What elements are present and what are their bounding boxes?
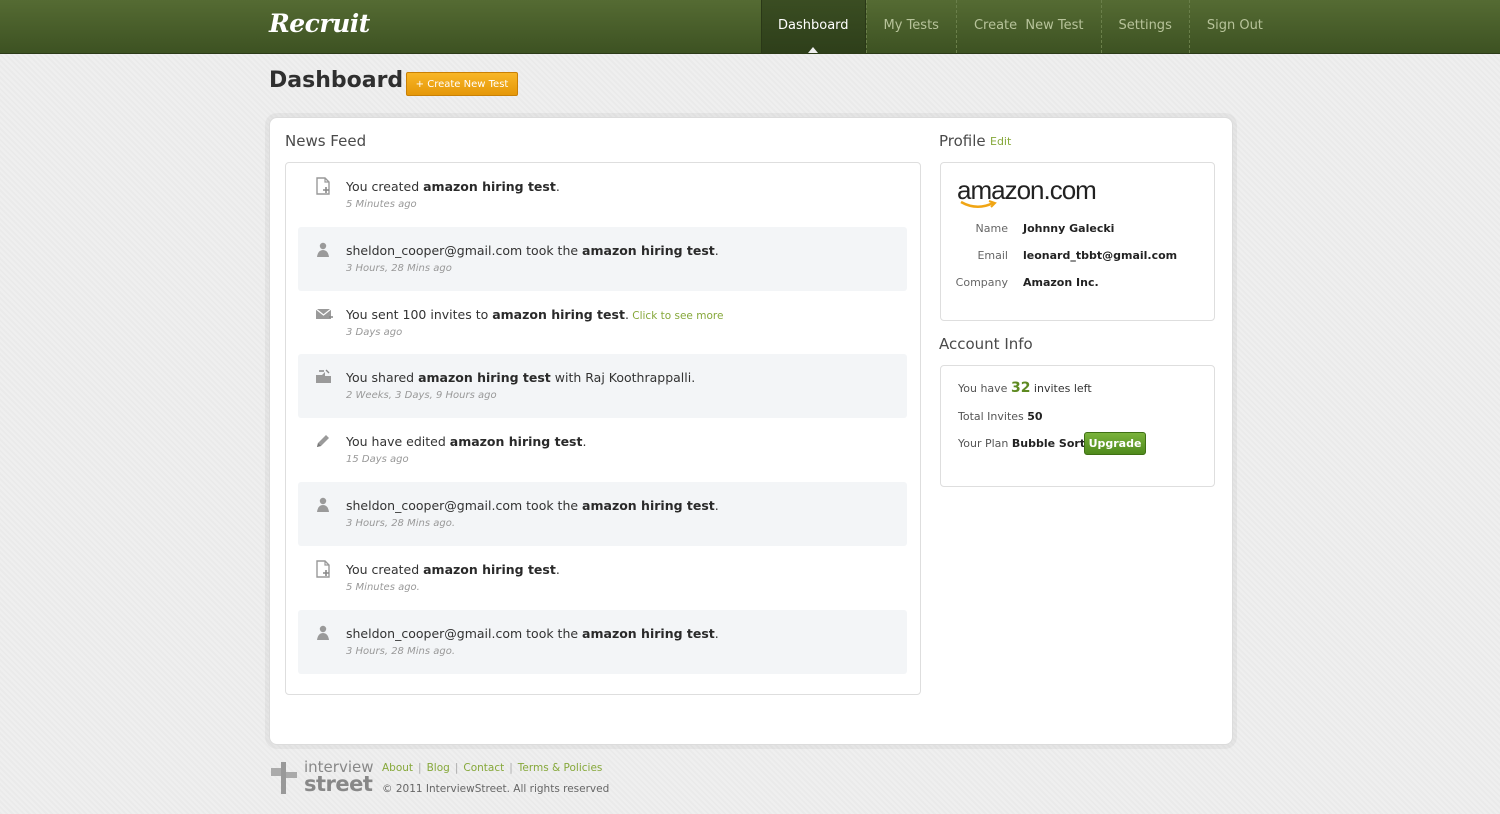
user-icon [314, 241, 332, 259]
main-nav: Dashboard My Tests Create New Test Setti… [761, 0, 1280, 53]
feed-item-timestamp: 3 Hours, 28 Mins ago. [346, 518, 456, 529]
feed-item-text-prefix: You sent 100 invites to [346, 306, 493, 322]
feed-item-text: You sent 100 invites to amazon hiring te… [346, 307, 723, 322]
feed-item-text-suffix: . [555, 179, 560, 194]
document-add-icon [314, 177, 332, 195]
feed-item-text-suffix: . [582, 434, 587, 450]
feed-item-text: You created amazon hiring test. [346, 179, 560, 194]
feed-item-test-name[interactable]: amazon hiring test [418, 370, 551, 385]
footer-separator: | [418, 762, 422, 774]
feed-item-text-prefix: You shared [346, 370, 419, 386]
feed-item: sheldon_cooper@gmail.com took the amazon… [298, 482, 907, 546]
feed-item-timestamp: 15 Days ago [346, 454, 409, 466]
document-add-icon [314, 560, 332, 578]
feed-item-timestamp: 3 Hours, 28 Mins ago. [346, 645, 456, 657]
feed-item: You have edited amazon hiring test. 15 Da… [298, 418, 907, 482]
feed-item-test-name[interactable]: amazon hiring test [492, 307, 625, 322]
page-title: Dashboard [269, 68, 404, 93]
feed-item-text-suffix: with Raj Koothrappalli. [550, 370, 696, 386]
invites-left-count: 32 [1010, 380, 1031, 396]
feed-item-text-prefix: You created [346, 561, 424, 577]
create-new-test-button[interactable]: + Create New Test [406, 72, 518, 96]
invites-prefix: You have [958, 382, 1011, 395]
share-icon [314, 368, 332, 386]
feed-item-text-prefix: sheldon_cooper@gmail.com took the [346, 242, 583, 258]
invites-suffix: invites left [1030, 382, 1092, 395]
invites-left-text: You have 32 invites left [958, 380, 1092, 396]
feed-item-see-more-link[interactable]: Click to see more [629, 310, 723, 322]
feed-item-text: You have edited amazon hiring test. [346, 434, 586, 449]
nav-item-my-tests[interactable]: My Tests [865, 0, 956, 53]
profile-email-label: Email [977, 249, 1008, 262]
footer-link-terms[interactable]: Terms & Policies [518, 762, 603, 774]
feed-item-text-prefix: You created [346, 179, 424, 194]
feed-item-timestamp: 3 Days ago [346, 326, 403, 338]
nav-item-sign-out[interactable]: Sign Out [1188, 0, 1280, 53]
feed-item-timestamp: 3 Hours, 28 Mins ago [346, 262, 452, 274]
footer-separator: | [509, 762, 513, 774]
feed-item-test-name[interactable]: amazon hiring test [582, 498, 715, 513]
feed-item: sheldon_cooper@gmail.com took the amazon… [298, 609, 907, 674]
profile-name-value: Johnny Galecki [1023, 222, 1115, 235]
feed-item: You created amazon hiring test. 5 Minutes… [298, 163, 907, 227]
feed-item-test-name[interactable]: amazon hiring test [582, 243, 715, 258]
feed-item-timestamp: 2 Weeks, 3 Days, 9 Hours ago [346, 390, 497, 402]
account-info-title: Account Info [939, 335, 1033, 353]
profile-title: Profile [939, 132, 986, 150]
feed-item-text-suffix: . [714, 242, 719, 258]
feed-item-text-prefix: You have edited [346, 434, 450, 450]
profile-name-label: Name [975, 222, 1008, 235]
top-navigation-bar: Recruit Dashboard My Tests Create New Te… [0, 0, 1500, 54]
plan-text: Your Plan Bubble Sort [958, 437, 1085, 450]
feed-item-text: sheldon_cooper@gmail.com took the amazon… [346, 626, 719, 641]
feed-item-text-prefix: sheldon_cooper@gmail.com took the [346, 498, 583, 513]
profile-company-label: Company [955, 276, 1008, 289]
profile-edit-link[interactable]: Edit [990, 135, 1011, 148]
copyright-text: © 2011 InterviewStreet. All rights reser… [382, 783, 610, 795]
footer-link-about[interactable]: About [382, 762, 413, 774]
company-logo-smile-icon [960, 200, 997, 208]
total-invites-label: Total Invites [958, 410, 1028, 423]
feed-item-text-suffix: . [714, 498, 719, 513]
profile-email-value: leonard_tbbt@gmail.com [1023, 249, 1178, 262]
footer-link-blog[interactable]: Blog [427, 762, 450, 774]
plan-label: Your Plan [958, 437, 1012, 450]
app-logo[interactable]: Recruit [269, 9, 370, 38]
news-feed-title: News Feed [285, 132, 367, 150]
feed-item-test-name[interactable]: amazon hiring test [582, 626, 715, 641]
feed-item-text: sheldon_cooper@gmail.com took the amazon… [346, 243, 719, 258]
feed-item-text-suffix: . [555, 561, 560, 577]
upgrade-button[interactable]: Upgrade [1084, 432, 1146, 455]
footer-link-contact[interactable]: Contact [463, 762, 504, 774]
footer-brand-line2: street [304, 772, 373, 796]
feed-item-text-suffix: . [714, 625, 719, 641]
feed-item-test-name[interactable]: amazon hiring test [450, 434, 583, 449]
feed-item-test-name[interactable]: amazon hiring test [423, 179, 556, 194]
nav-item-create-new-test[interactable]: Create New Test [955, 0, 1101, 53]
plan-value: Bubble Sort [1011, 437, 1086, 450]
feed-item-text: You shared amazon hiring test with Raj K… [346, 370, 695, 385]
feed-item-timestamp: 5 Minutes ago. [346, 581, 420, 593]
feed-item: sheldon_cooper@gmail.com took the amazon… [298, 226, 907, 291]
feed-item: You sent 100 invites to amazon hiring te… [298, 291, 907, 355]
feed-item-text: sheldon_cooper@gmail.com took the amazon… [346, 498, 719, 513]
user-icon [314, 496, 332, 514]
feed-item-text-prefix: sheldon_cooper@gmail.com took the [346, 625, 583, 641]
feed-item: You shared amazon hiring test with Raj K… [298, 354, 907, 419]
feed-item-text: You created amazon hiring test. [346, 562, 560, 577]
total-invites-value: 50 [1027, 410, 1043, 423]
nav-item-dashboard[interactable]: Dashboard [761, 0, 866, 53]
interviewstreet-logo-icon [271, 762, 297, 794]
footer-separator: | [454, 762, 459, 774]
user-icon [314, 624, 332, 642]
pencil-icon [314, 432, 332, 450]
envelope-icon [314, 305, 333, 323]
feed-item-test-name[interactable]: amazon hiring test [423, 562, 556, 577]
footer-links: About | Blog | Contact | Terms & Policies [382, 762, 602, 774]
feed-item-timestamp: 5 Minutes ago [346, 199, 417, 210]
feed-item: You created amazon hiring test. 5 Minutes… [298, 546, 907, 610]
profile-company-value: Amazon Inc. [1023, 276, 1099, 289]
nav-item-settings[interactable]: Settings [1100, 0, 1189, 53]
total-invites-text: Total Invites 50 [958, 410, 1043, 423]
